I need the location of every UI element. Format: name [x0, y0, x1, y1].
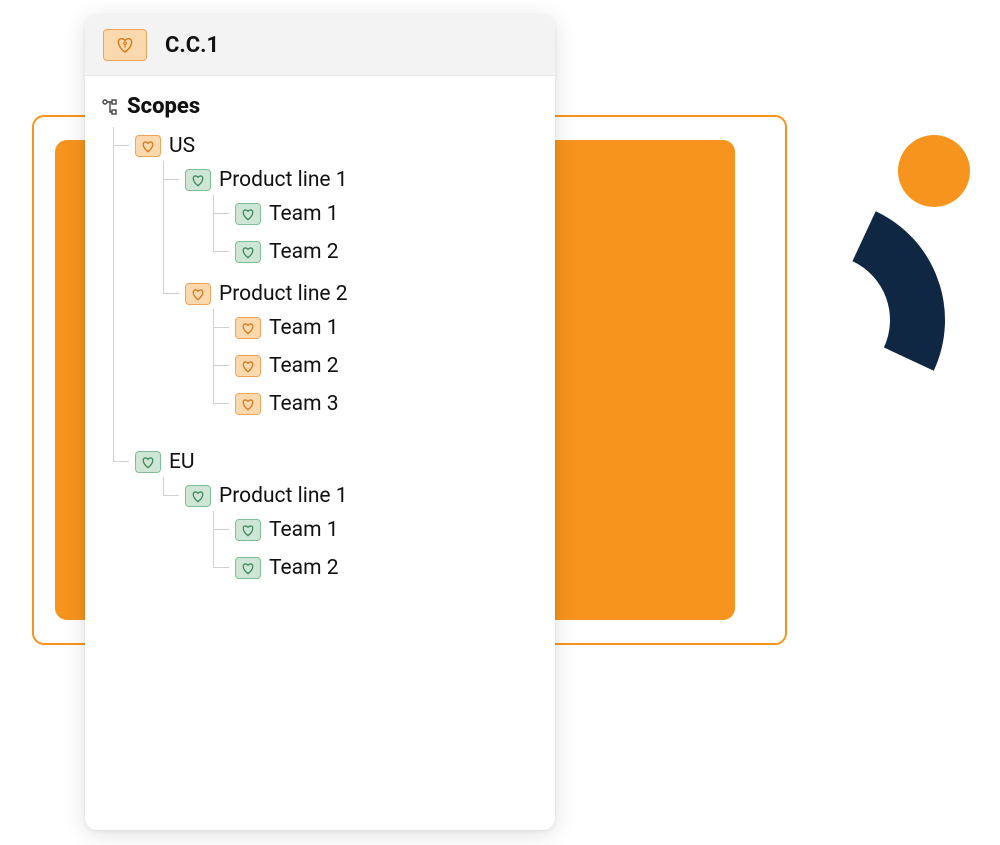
section-title: Scopes [127, 94, 200, 119]
tree-node-label: Team 1 [269, 518, 339, 542]
decor-dot [898, 135, 970, 207]
hierarchy-icon [101, 98, 119, 116]
heart-icon [135, 451, 161, 473]
tree-node-label: Team 2 [269, 240, 339, 264]
tree-region-us[interactable]: US [135, 131, 539, 161]
tree-node-label: Product line 1 [219, 168, 348, 192]
tree-productline[interactable]: Product line 2 [185, 279, 539, 309]
heart-icon [185, 169, 211, 191]
tree-node-label: EU [169, 450, 195, 474]
tree-productline[interactable]: Product line 1 [185, 165, 539, 195]
heart-icon [235, 241, 261, 263]
tree-productline[interactable]: Product line 1 [185, 481, 539, 511]
tree-region-eu[interactable]: EU [135, 447, 539, 477]
heart-icon [235, 203, 261, 225]
tree-node-label: Team 3 [269, 392, 339, 416]
tree-node-label: Team 1 [269, 202, 339, 226]
tree-node-label: Product line 2 [219, 282, 348, 306]
tree-team[interactable]: Team 2 [235, 237, 539, 267]
tree-node-label: US [169, 134, 195, 158]
tree-team[interactable]: Team 2 [235, 553, 539, 583]
heart-icon [235, 355, 261, 377]
heart-icon [235, 393, 261, 415]
heart-key-icon [103, 29, 147, 61]
heart-icon [235, 557, 261, 579]
tree-node-label: Team 1 [269, 316, 339, 340]
tree-node-label: Team 2 [269, 354, 339, 378]
tree-team[interactable]: Team 3 [235, 389, 539, 419]
section-title-row: Scopes [85, 76, 555, 127]
tree-team[interactable]: Team 1 [235, 199, 539, 229]
tree-team[interactable]: Team 1 [235, 313, 539, 343]
heart-icon [235, 317, 261, 339]
tree-node-label: Product line 1 [219, 484, 348, 508]
tree-node-label: Team 2 [269, 556, 339, 580]
card-header: C.C.1 [85, 15, 555, 76]
heart-icon [185, 485, 211, 507]
tree-team[interactable]: Team 2 [235, 351, 539, 381]
heart-icon [235, 519, 261, 541]
heart-icon [185, 283, 211, 305]
card-title: C.C.1 [165, 33, 219, 58]
scope-card: C.C.1 Scopes US [85, 15, 555, 830]
scope-tree: US Product line 1 [85, 127, 555, 605]
heart-icon [135, 135, 161, 157]
tree-team[interactable]: Team 1 [235, 515, 539, 545]
